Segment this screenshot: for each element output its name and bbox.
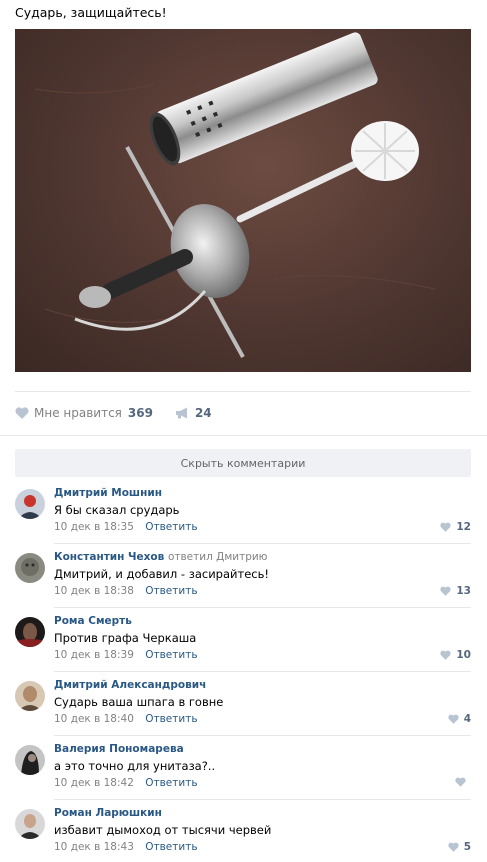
comment-text: Сударь ваша шпага в говне (54, 695, 224, 709)
reply-link[interactable]: Ответить (145, 649, 197, 661)
comment-like-button[interactable] (455, 777, 471, 787)
share-button[interactable]: 24 (175, 406, 212, 420)
heart-icon (448, 714, 459, 724)
avatar[interactable] (15, 553, 45, 583)
comment-author[interactable]: Рома Смерть (54, 615, 132, 627)
comment-author[interactable]: Дмитрий Мошнин (54, 487, 162, 499)
avatar[interactable] (15, 489, 45, 519)
avatar[interactable] (15, 745, 45, 775)
divider (54, 799, 471, 800)
like-button[interactable]: Мне нравится 369 (15, 406, 153, 420)
comment: Дмитрий Александрович Сударь ваша шпага … (15, 679, 471, 743)
reply-link[interactable]: Ответить (145, 585, 197, 597)
heart-icon (440, 650, 452, 660)
comment-like-count: 13 (456, 585, 471, 597)
comment-like-count: 12 (456, 521, 471, 533)
divider (0, 435, 487, 436)
comment-author[interactable]: Роман Ларюшкин (54, 807, 162, 819)
comment-meta: 10 дек в 18:42 Ответить (54, 777, 198, 789)
comment-text: Против графа Черкаша (54, 631, 197, 645)
comment-date[interactable]: 10 дек в 18:35 (54, 521, 134, 533)
comment-date[interactable]: 10 дек в 18:39 (54, 649, 134, 661)
reply-link[interactable]: Ответить (145, 777, 197, 789)
comment-like-button[interactable]: 12 (440, 521, 471, 533)
comment-text: а это точно для унитаза?.. (54, 759, 216, 773)
avatar[interactable] (15, 681, 45, 711)
heart-icon (440, 586, 452, 596)
divider (15, 391, 471, 392)
comment-date[interactable]: 10 дек в 18:43 (54, 841, 134, 853)
comment-like-count: 4 (463, 713, 471, 725)
reply-link[interactable]: Ответить (145, 521, 197, 533)
comment: Константин Чехов ответил Дмитрию Дмитрий… (15, 551, 471, 615)
comment-like-button[interactable]: 4 (448, 713, 471, 725)
comment-date[interactable]: 10 дек в 18:40 (54, 713, 134, 725)
comment-author[interactable]: Константин Чехов ответил Дмитрию (54, 551, 268, 563)
comment-meta: 10 дек в 18:40 Ответить (54, 713, 198, 725)
heart-icon (440, 522, 452, 532)
comment-author[interactable]: Дмитрий Александрович (54, 679, 206, 691)
heart-icon (15, 407, 29, 419)
comment-text: Я бы сказал срударь (54, 503, 180, 517)
reply-to-label[interactable]: ответил Дмитрию (168, 551, 268, 563)
comment: Валерия Пономарева а это точно для унита… (15, 743, 471, 807)
comment-like-button[interactable]: 10 (440, 649, 471, 661)
comment-meta: 10 дек в 18:35 Ответить (54, 521, 198, 533)
megaphone-icon (175, 407, 187, 419)
comment-like-count: 5 (463, 841, 471, 853)
divider (54, 671, 471, 672)
comment: Рома Смерть Против графа Черкаша 10 дек … (15, 615, 471, 679)
comment-text: Дмитрий, и добавил - засирайтесь! (54, 567, 269, 581)
comment-date[interactable]: 10 дек в 18:42 (54, 777, 134, 789)
heart-icon (455, 777, 466, 787)
author-name[interactable]: Константин Чехов (54, 551, 164, 563)
avatar[interactable] (15, 809, 45, 839)
comment-like-button[interactable]: 5 (448, 841, 471, 853)
comment-like-button[interactable]: 13 (440, 585, 471, 597)
comment-meta: 10 дек в 18:39 Ответить (54, 649, 198, 661)
like-count: 369 (127, 406, 153, 420)
reply-link[interactable]: Ответить (145, 713, 197, 725)
post-actions: Мне нравится 369 24 (15, 404, 234, 422)
like-label: Мне нравится (34, 406, 122, 420)
comment-text: избавит дымоход от тысячи червей (54, 823, 272, 837)
divider (54, 543, 471, 544)
post-text: Сударь, защищайтесь! (15, 5, 167, 20)
comment: Роман Ларюшкин избавит дымоход от тысячи… (15, 807, 471, 862)
post-photo[interactable] (15, 29, 471, 372)
hide-comments-button[interactable]: Скрыть комментарии (15, 449, 471, 477)
divider (54, 735, 471, 736)
heart-icon (448, 842, 459, 852)
comment-date[interactable]: 10 дек в 18:38 (54, 585, 134, 597)
comment: Дмитрий Мошнин Я бы сказал срударь 10 де… (15, 487, 471, 551)
photo-rapier-toilet-brush (34, 32, 436, 358)
comment-author[interactable]: Валерия Пономарева (54, 743, 184, 755)
comment-meta: 10 дек в 18:43 Ответить (54, 841, 198, 853)
share-count: 24 (194, 406, 212, 420)
comment-meta: 10 дек в 18:38 Ответить (54, 585, 198, 597)
comment-like-count: 10 (456, 649, 471, 661)
reply-link[interactable]: Ответить (145, 841, 197, 853)
avatar[interactable] (15, 617, 45, 647)
divider (54, 607, 471, 608)
